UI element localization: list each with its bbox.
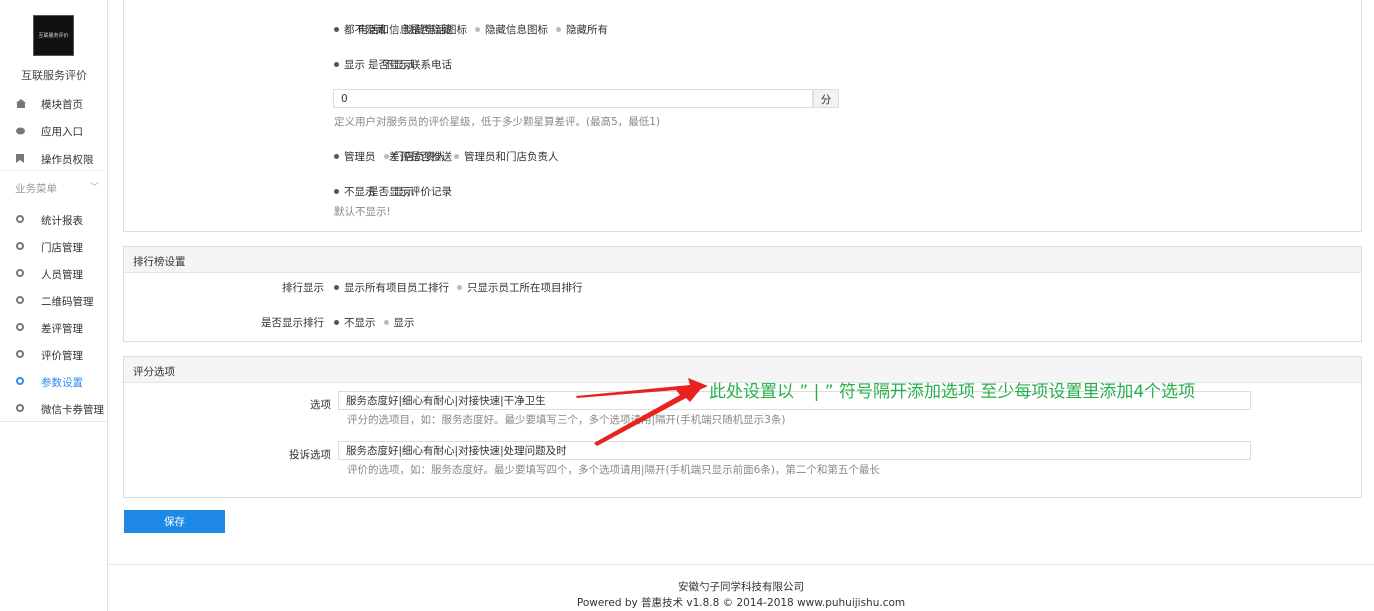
annotation-text: 此处设置以 ” | ” 符号隔开添加选项 至少每项设置里添加4个选项: [709, 382, 1196, 402]
footer-divider: [108, 564, 1374, 565]
footer-company: 安徽勺子同学科技有限公司: [678, 581, 804, 593]
footer-powered: Powered by 普惠技术 v1.8.8 © 2014-2018 www.p…: [576, 597, 906, 609]
save-button[interactable]: 保存: [124, 510, 225, 533]
